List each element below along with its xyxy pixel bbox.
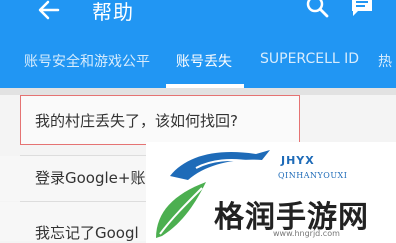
watermark-url: www.hngrjd.com	[273, 229, 340, 238]
app-bar: 帮助 账号安全和游戏公平 账号丢失 SUPERCELL ID 热	[0, 0, 396, 88]
chat-icon[interactable]	[350, 0, 374, 19]
tab-supercell-id[interactable]: SUPERCELL ID	[260, 51, 359, 67]
watermark-overlay: JHYX QINHANYOUXI 格润手游网 www.hngrjd.com	[146, 142, 396, 243]
tab-account-lost[interactable]: 账号丢失	[176, 51, 232, 71]
tab-hot[interactable]: 热	[378, 51, 392, 71]
question-item-village-lost[interactable]: 我的村庄丢失了，该如何找回?	[20, 95, 300, 145]
back-arrow-icon[interactable]	[38, 0, 60, 20]
search-icon[interactable]	[306, 0, 330, 18]
tab-account-security[interactable]: 账号安全和游戏公平	[24, 51, 150, 71]
leaf-logo-icon	[156, 182, 206, 238]
question-label: 我的村庄丢失了，该如何找回?	[35, 112, 238, 130]
tab-bar: 账号安全和游戏公平 账号丢失 SUPERCELL ID 热	[0, 40, 396, 88]
question-label: 登录Google+账	[35, 169, 146, 187]
watermark-brand-sub: QINHANYOUXI	[278, 171, 348, 180]
section-divider	[0, 88, 396, 95]
watermark-brand: JHYX	[281, 154, 315, 167]
question-label: 我忘记了Googl	[35, 224, 139, 242]
page-title: 帮助	[92, 0, 134, 24]
